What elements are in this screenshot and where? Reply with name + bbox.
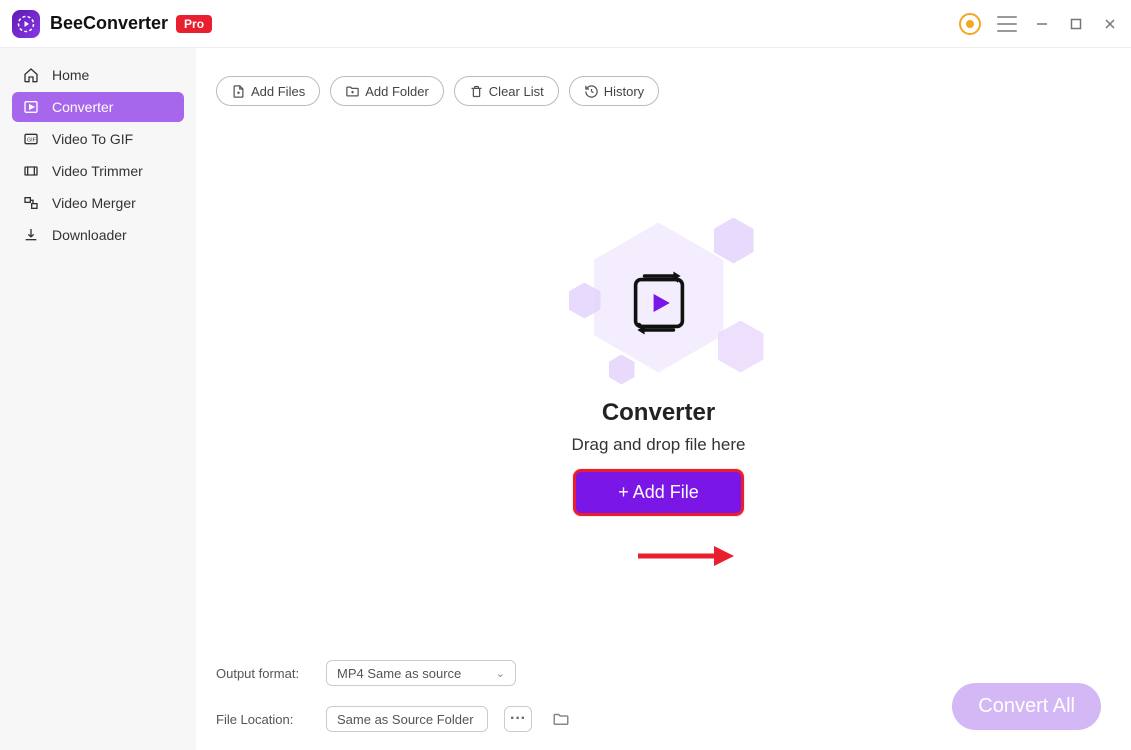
main-panel: Add Files Add Folder Clear List History <box>196 48 1131 750</box>
sidebar-item-home[interactable]: Home <box>12 60 184 90</box>
open-folder-button[interactable] <box>550 708 572 730</box>
sidebar-item-video-to-gif[interactable]: GIF Video To GIF <box>12 124 184 154</box>
sidebar-item-label: Converter <box>52 99 113 115</box>
svg-text:GIF: GIF <box>27 138 37 144</box>
merge-icon <box>22 194 40 212</box>
sidebar-item-video-merger[interactable]: Video Merger <box>12 188 184 218</box>
sidebar: Home Converter GIF Video To GIF Video Tr… <box>0 48 196 750</box>
add-file-button[interactable]: + Add File <box>573 469 744 516</box>
download-icon <box>22 226 40 244</box>
play-square-icon <box>22 98 40 116</box>
pro-badge: Pro <box>176 15 212 33</box>
user-account-icon[interactable] <box>959 13 981 35</box>
annotation-arrow <box>636 542 736 575</box>
file-location-field[interactable]: Same as Source Folder <box>326 706 488 732</box>
center-title: Converter <box>602 399 715 427</box>
browse-button[interactable]: ··· <box>504 706 532 732</box>
sidebar-item-label: Home <box>52 67 89 83</box>
sidebar-item-converter[interactable]: Converter <box>12 92 184 122</box>
gif-icon: GIF <box>22 130 40 148</box>
output-format-select[interactable]: MP4 Same as source ⌄ <box>326 660 516 686</box>
app-title: BeeConverter <box>50 13 168 34</box>
titlebar: BeeConverter Pro <box>0 0 1131 48</box>
path-value: Same as Source Folder <box>337 712 474 727</box>
convert-all-button[interactable]: Convert All <box>952 683 1101 730</box>
minimize-button[interactable] <box>1033 15 1051 33</box>
convert-icon <box>623 267 695 339</box>
sidebar-item-label: Video Merger <box>52 195 136 211</box>
close-button[interactable] <box>1101 15 1119 33</box>
sidebar-item-downloader[interactable]: Downloader <box>12 220 184 250</box>
sidebar-item-label: Video Trimmer <box>52 163 143 179</box>
chevron-down-icon: ⌄ <box>496 667 505 680</box>
center-subtitle: Drag and drop file here <box>572 435 746 455</box>
hamburger-menu-icon[interactable] <box>997 16 1017 32</box>
output-format-label: Output format: <box>216 666 310 681</box>
sidebar-item-label: Downloader <box>52 227 127 243</box>
sidebar-item-video-trimmer[interactable]: Video Trimmer <box>12 156 184 186</box>
trim-icon <box>22 162 40 180</box>
converter-graphic <box>529 213 789 393</box>
file-location-label: File Location: <box>216 712 310 727</box>
app-logo <box>12 10 40 38</box>
select-value: MP4 Same as source <box>337 666 461 681</box>
maximize-button[interactable] <box>1067 15 1085 33</box>
sidebar-item-label: Video To GIF <box>52 131 133 147</box>
home-icon <box>22 66 40 84</box>
